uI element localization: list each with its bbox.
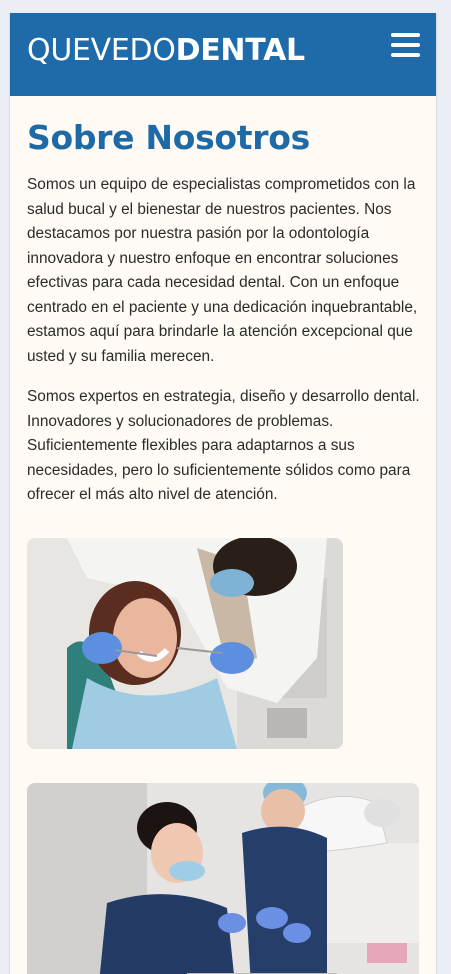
dental-team-photo bbox=[27, 782, 419, 974]
logo-text-bold: DENTAL bbox=[175, 33, 305, 68]
dentist-patient-photo bbox=[27, 537, 343, 749]
about-section: Sobre Nosotros Somos un equipo de especi… bbox=[10, 96, 436, 974]
about-paragraph-2: Somos expertos en estrategia, diseño y d… bbox=[27, 388, 420, 503]
site-logo[interactable]: QUEVEDODENTAL bbox=[27, 33, 305, 68]
logo-text-light: QUEVEDO bbox=[27, 33, 176, 68]
page: QUEVEDODENTAL Sobre Nosotros Somos un eq… bbox=[9, 13, 437, 974]
hamburger-menu-icon[interactable] bbox=[391, 33, 420, 60]
about-paragraph-1: Somos un equipo de especialistas comprom… bbox=[27, 176, 418, 365]
site-header: QUEVEDODENTAL bbox=[10, 13, 436, 96]
section-title: Sobre Nosotros bbox=[27, 118, 310, 157]
